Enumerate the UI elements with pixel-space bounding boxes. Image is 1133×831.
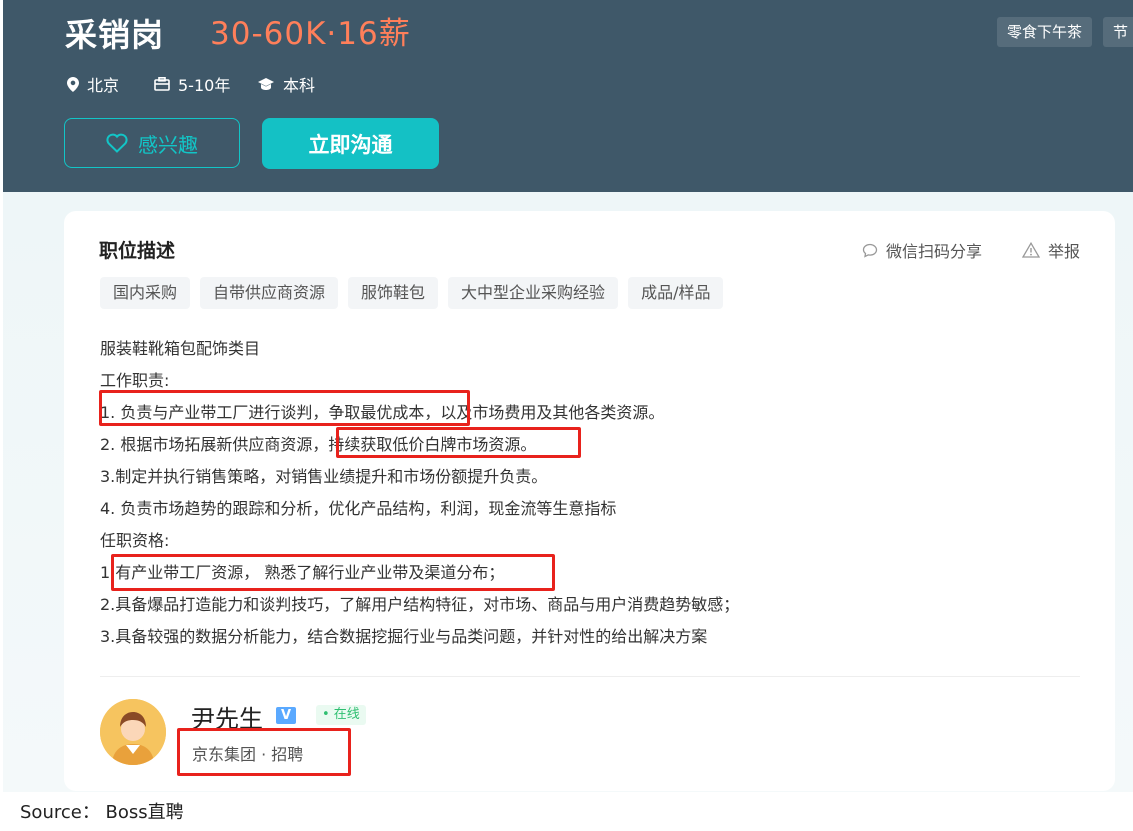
section-title: 职位描述 <box>99 240 176 262</box>
report-label: 举报 <box>1048 242 1081 261</box>
briefcase-icon <box>154 77 170 91</box>
verified-badge: V <box>276 707 296 724</box>
description-line: 3.制定并执行销售策略，对销售业绩提升和市场份额提升负责。 <box>100 467 548 486</box>
heart-icon <box>106 133 128 153</box>
skill-tag: 国内采购 <box>100 277 191 309</box>
job-experience: 5-10年 <box>154 72 230 96</box>
description-line: 2.具备爆品打造能力和谈判技巧，了解用户结构特征，对市场、商品与用户消费趋势敏感… <box>100 595 740 614</box>
salary: 30-60K·16薪 <box>210 16 411 52</box>
online-status: • 在线 <box>316 705 366 725</box>
job-detail-card: 职位描述 微信扫码分享 举报 国内采购 自带供应商资源 服饰鞋包 大中型企业采购… <box>64 211 1115 791</box>
divider <box>100 676 1080 677</box>
job-description: 服装鞋靴箱包配饰类目 工作职责: 1. 负责与产业带工厂进行谈判，争取最优成本，… <box>100 333 1100 653</box>
skill-tag-list: 国内采购 自带供应商资源 服饰鞋包 大中型企业采购经验 成品/样品 <box>100 277 724 309</box>
chat-bubble-icon <box>862 243 878 258</box>
share-label: 微信扫码分享 <box>886 242 983 261</box>
skill-tag: 大中型企业采购经验 <box>448 277 619 309</box>
skill-tag: 成品/样品 <box>628 277 724 309</box>
location-pin-icon <box>67 76 79 92</box>
benefit-tag: 节 <box>1103 17 1133 47</box>
highlight-box <box>336 427 581 458</box>
job-education-value: 本科 <box>283 76 316 95</box>
job-city: 北京 <box>87 76 120 95</box>
job-experience-value: 5-10年 <box>178 76 231 95</box>
warning-icon <box>1022 242 1040 258</box>
chat-now-button[interactable]: 立即沟通 <box>262 118 439 169</box>
description-line: 服装鞋靴箱包配饰类目 <box>100 339 261 358</box>
job-education: 本科 <box>257 72 315 96</box>
description-line: 4. 负责市场趋势的跟踪和分析，优化产品结构，利润，现金流等生意指标 <box>100 499 617 518</box>
interest-button[interactable]: 感兴趣 <box>64 118 240 168</box>
description-line: 任职资格: <box>100 531 170 550</box>
job-header: 采销岗 30-60K·16薪 零食下午茶 节 北京 5-10年 本科 感兴趣 立… <box>3 0 1133 192</box>
graduation-cap-icon <box>258 78 274 90</box>
interest-button-label: 感兴趣 <box>138 132 198 157</box>
wechat-share-link[interactable]: 微信扫码分享 <box>862 238 982 262</box>
description-line: 2. 根据市场拓展新供应商资源，持续获取低价白牌市场资源。 <box>100 435 537 454</box>
skill-tag: 自带供应商资源 <box>200 277 339 309</box>
skill-tag: 服饰鞋包 <box>348 277 439 309</box>
source-caption: Source： Boss直聘 <box>20 802 184 823</box>
job-location: 北京 <box>67 72 119 96</box>
description-line: 3.具备较强的数据分析能力，结合数据挖掘行业与品类问题，并针对性的给出解决方案 <box>100 627 708 646</box>
recruiter-avatar[interactable] <box>100 699 166 765</box>
job-title: 采销岗 <box>65 16 165 54</box>
highlight-box <box>177 728 351 776</box>
report-link[interactable]: 举报 <box>1022 238 1080 262</box>
person-avatar-icon <box>100 699 166 765</box>
benefit-tag: 零食下午茶 <box>997 17 1093 47</box>
highlight-box <box>111 554 555 591</box>
highlight-box <box>99 390 470 426</box>
